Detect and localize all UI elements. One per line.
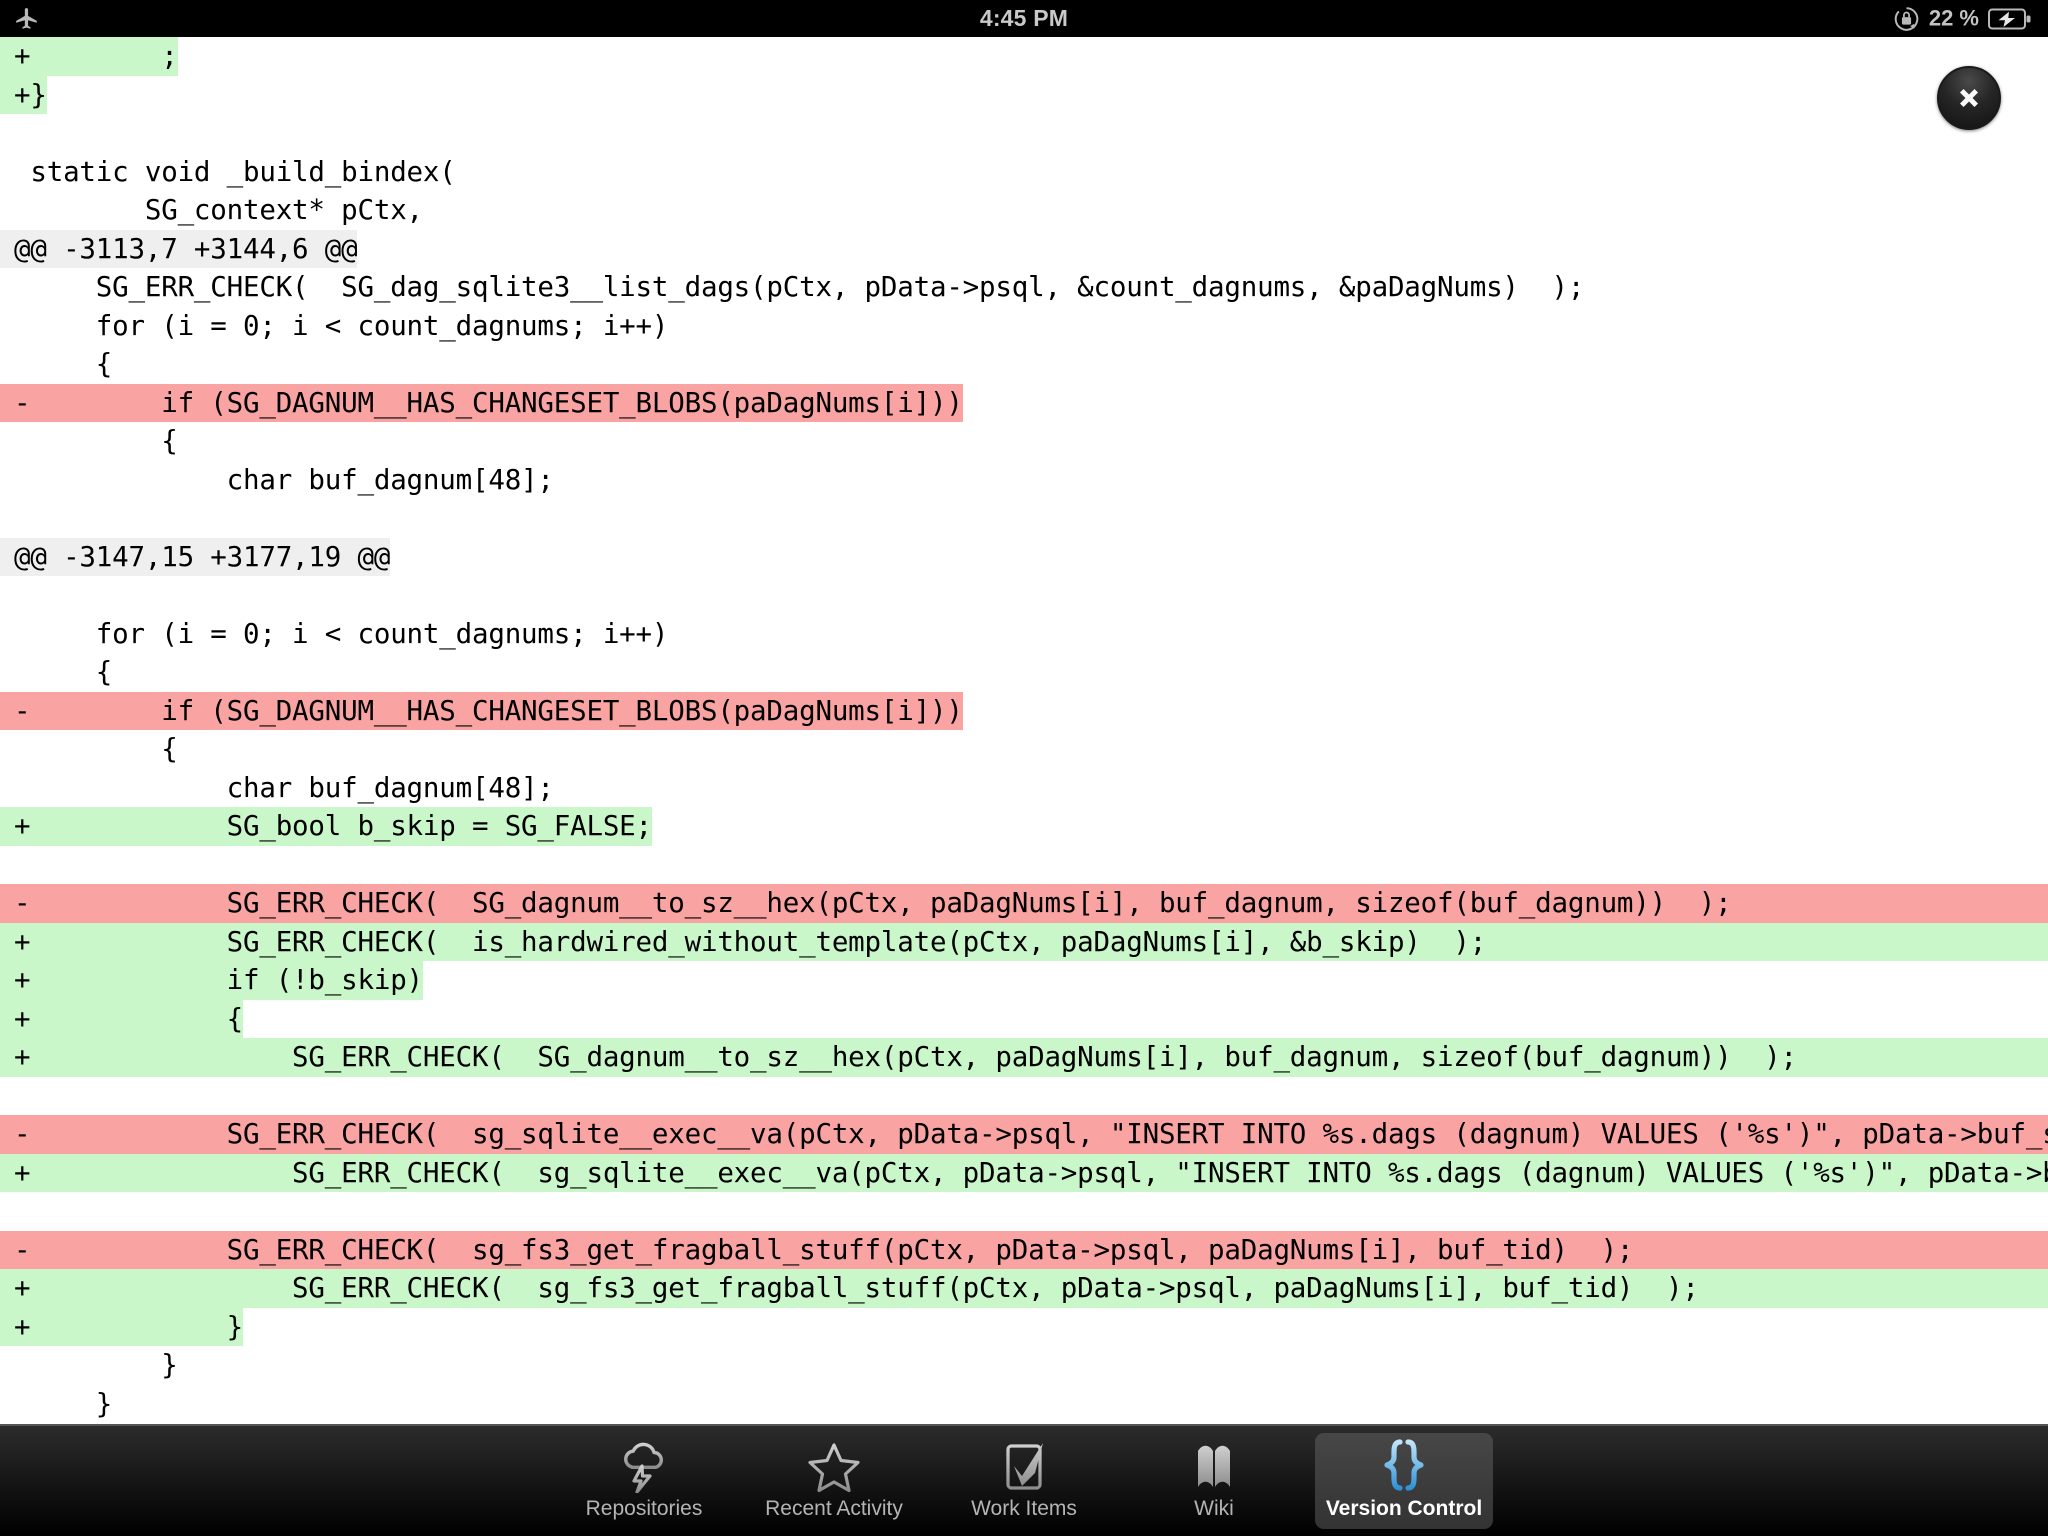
diff-line-text: + SG_bool b_skip = SG_FALSE; bbox=[0, 807, 652, 846]
diff-line-text: { bbox=[14, 733, 178, 765]
open-book-icon bbox=[1185, 1441, 1243, 1493]
diff-line-add: + SG_ERR_CHECK( is_hardwired_without_tem… bbox=[0, 922, 2048, 961]
diff-line-ctx: char buf_dagnum[48]; bbox=[0, 461, 2048, 500]
cloud-lightning-icon bbox=[617, 1441, 671, 1493]
status-bar-right: 22 % bbox=[1893, 5, 2032, 32]
diff-line-text: + { bbox=[0, 999, 243, 1038]
diff-line-text: + ; bbox=[0, 37, 178, 76]
diff-line-ctx: { bbox=[0, 345, 2048, 384]
diff-line-blank bbox=[0, 1077, 2048, 1116]
close-button[interactable] bbox=[1937, 66, 2001, 130]
diff-line-del: - SG_ERR_CHECK( sg_fs3_get_fragball_stuf… bbox=[0, 1230, 2048, 1269]
diff-line-text: + SG_ERR_CHECK( SG_dagnum__to_sz__hex(pC… bbox=[0, 1038, 2048, 1077]
diff-line-del: - SG_ERR_CHECK( sg_sqlite__exec__va(pCtx… bbox=[0, 1115, 2048, 1154]
diff-line-text: SG_ERR_CHECK( SG_dag_sqlite3__list_dags(… bbox=[14, 271, 1585, 303]
diff-line-ctx: { bbox=[0, 422, 2048, 461]
diff-line-blank bbox=[0, 846, 2048, 885]
diff-line-text: for (i = 0; i < count_dagnums; i++) bbox=[14, 617, 669, 650]
star-icon bbox=[807, 1441, 861, 1493]
diff-line-ctx: { bbox=[0, 730, 2048, 769]
checkbox-icon bbox=[1000, 1441, 1048, 1493]
diff-viewer[interactable]: + ; +} static void _build_bindex( SG_cont… bbox=[0, 37, 2048, 1424]
rotation-lock-icon bbox=[1893, 5, 1920, 32]
tab-bar: Repositories Recent Activity Work Items Wik… bbox=[0, 1424, 2048, 1536]
diff-line-text: - if (SG_DAGNUM__HAS_CHANGESET_BLOBS(paD… bbox=[0, 383, 963, 422]
diff-line-ctx: for (i = 0; i < count_dagnums; i++) bbox=[0, 307, 2048, 346]
diff-line-text: } bbox=[14, 1349, 178, 1381]
diff-line-text: } bbox=[14, 1387, 113, 1420]
tab-wiki[interactable]: Wiki bbox=[1125, 1433, 1303, 1529]
diff-line-blank bbox=[0, 576, 2048, 615]
diff-line-text: { bbox=[14, 425, 178, 457]
diff-line-add: +} bbox=[0, 75, 2048, 114]
tab-version-control[interactable]: Version Control bbox=[1315, 1433, 1493, 1529]
diff-line-text: SG_context* pCtx, bbox=[14, 194, 423, 226]
diff-line-text: + SG_ERR_CHECK( sg_sqlite__exec__va(pCtx… bbox=[0, 1153, 2048, 1192]
diff-line-add: + { bbox=[0, 999, 2048, 1038]
diff-line-ctx: { bbox=[0, 653, 2048, 692]
diff-line-ctx: for (i = 0; i < count_dagnums; i++) bbox=[0, 615, 2048, 654]
tab-label: Wiki bbox=[1194, 1497, 1234, 1520]
diff-line-ctx: } bbox=[0, 1346, 2048, 1385]
diff-line-text: for (i = 0; i < count_dagnums; i++) bbox=[14, 309, 669, 342]
tab-recent-activity[interactable]: Recent Activity bbox=[745, 1433, 923, 1529]
tab-label: Recent Activity bbox=[765, 1497, 903, 1520]
tab-label: Repositories bbox=[585, 1497, 703, 1520]
diff-line-text: - SG_ERR_CHECK( sg_sqlite__exec__va(pCtx… bbox=[0, 1115, 2048, 1154]
diff-line-ctx: char buf_dagnum[48]; bbox=[0, 769, 2048, 808]
status-bar-time: 4:45 PM bbox=[979, 5, 1069, 31]
diff-line-del: - if (SG_DAGNUM__HAS_CHANGESET_BLOBS(paD… bbox=[0, 383, 2048, 422]
tab-label: Work Items bbox=[971, 1497, 1077, 1520]
diff-line-hunk: @@ -3147,15 +3177,19 @@ bbox=[0, 537, 2048, 576]
diff-line-text: char buf_dagnum[48]; bbox=[14, 771, 554, 804]
diff-line-text: @@ -3113,7 +3144,6 @@ bbox=[0, 229, 358, 268]
tab-label: Version Control bbox=[1325, 1497, 1483, 1520]
app-root: 4:45 PM 22 % + ; +} static void _build_b… bbox=[0, 0, 2048, 1536]
diff-line-ctx: SG_ERR_CHECK( SG_dag_sqlite3__list_dags(… bbox=[0, 268, 2048, 307]
diff-line-blank bbox=[0, 1192, 2048, 1231]
diff-line-add: + ; bbox=[0, 37, 2048, 76]
battery-percent-label: 22 % bbox=[1928, 5, 1979, 31]
diff-line-add: + } bbox=[0, 1307, 2048, 1346]
diff-line-text: char buf_dagnum[48]; bbox=[14, 463, 554, 496]
diff-line-text: + if (!b_skip) bbox=[0, 961, 423, 1000]
diff-line-text: +} bbox=[0, 75, 47, 114]
diff-line-add: + SG_ERR_CHECK( SG_dagnum__to_sz__hex(pC… bbox=[0, 1038, 2048, 1077]
diff-line-text: - SG_ERR_CHECK( SG_dagnum__to_sz__hex(pC… bbox=[0, 884, 2048, 923]
tab-repositories[interactable]: Repositories bbox=[555, 1433, 733, 1529]
diff-line-add: + if (!b_skip) bbox=[0, 961, 2048, 1000]
close-icon bbox=[1960, 89, 1978, 107]
diff-line-blank bbox=[0, 114, 2048, 153]
battery-charging-icon bbox=[1988, 7, 2032, 30]
diff-line-text: @@ -3147,15 +3177,19 @@ bbox=[0, 537, 390, 576]
diff-line-text: + SG_ERR_CHECK( sg_fs3_get_fragball_stuf… bbox=[0, 1269, 2048, 1308]
status-bar: 4:45 PM 22 % bbox=[0, 0, 2048, 37]
diff-line-add: + SG_bool b_skip = SG_FALSE; bbox=[0, 807, 2048, 846]
diff-line-text: - if (SG_DAGNUM__HAS_CHANGESET_BLOBS(paD… bbox=[0, 691, 963, 730]
diff-line-ctx: SG_context* pCtx, bbox=[0, 191, 2048, 230]
diff-line-text: { bbox=[14, 348, 113, 380]
diff-line-hunk: @@ -3113,7 +3144,6 @@ bbox=[0, 229, 2048, 268]
diff-line-text: + } bbox=[0, 1307, 243, 1346]
diff-line-text: - SG_ERR_CHECK( sg_fs3_get_fragball_stuf… bbox=[0, 1230, 2048, 1269]
diff-line-text: + SG_ERR_CHECK( is_hardwired_without_tem… bbox=[0, 922, 2048, 961]
diff-line-add: + SG_ERR_CHECK( sg_fs3_get_fragball_stuf… bbox=[0, 1269, 2048, 1308]
diff-line-text: static void _build_bindex( bbox=[14, 155, 456, 188]
diff-line-ctx: static void _build_bindex( bbox=[0, 153, 2048, 192]
diff-line-ctx: } bbox=[0, 1385, 2048, 1424]
diff-line-del: - SG_ERR_CHECK( SG_dagnum__to_sz__hex(pC… bbox=[0, 884, 2048, 923]
diff-line-del: - if (SG_DAGNUM__HAS_CHANGESET_BLOBS(paD… bbox=[0, 691, 2048, 730]
braces-icon bbox=[1378, 1439, 1430, 1493]
tab-work-items[interactable]: Work Items bbox=[935, 1433, 1113, 1529]
diff-line-text: { bbox=[14, 656, 113, 688]
diff-line-add: + SG_ERR_CHECK( sg_sqlite__exec__va(pCtx… bbox=[0, 1153, 2048, 1192]
diff-line-blank bbox=[0, 499, 2048, 538]
